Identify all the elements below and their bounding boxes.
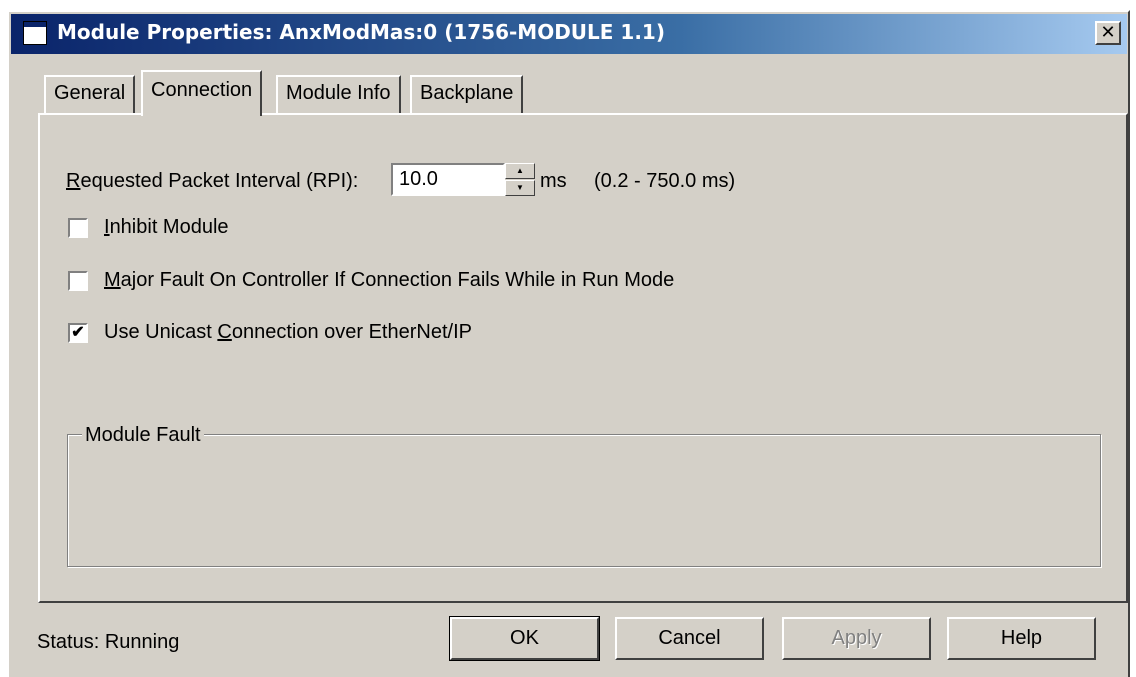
tab-backplane-label: Backplane bbox=[420, 82, 514, 104]
rpi-range: (0.2 - 750.0 ms) bbox=[594, 170, 736, 192]
rpi-unit: ms bbox=[540, 170, 567, 192]
module-fault-group bbox=[67, 434, 1101, 567]
window-icon bbox=[23, 21, 47, 45]
spin-up-button[interactable]: ▲ bbox=[505, 163, 535, 179]
title-bar[interactable]: Module Properties: AnxModMas:0 (1756-MOD… bbox=[11, 14, 1127, 54]
tab-backplane[interactable]: Backplane bbox=[410, 75, 524, 113]
window-title: Module Properties: AnxModMas:0 (1756-MOD… bbox=[57, 20, 665, 44]
spin-down-button[interactable]: ▼ bbox=[505, 180, 535, 196]
major-fault-checkbox[interactable] bbox=[68, 271, 88, 291]
tab-general-label: General bbox=[54, 82, 126, 104]
tab-connection[interactable]: Connection bbox=[141, 70, 263, 116]
ok-button[interactable]: OK bbox=[449, 616, 600, 661]
triangle-down-icon: ▼ bbox=[516, 183, 524, 192]
inhibit-module-checkbox[interactable] bbox=[68, 218, 88, 238]
tab-module-info[interactable]: Module Info bbox=[276, 75, 401, 113]
apply-button[interactable]: Apply bbox=[782, 617, 931, 660]
help-button[interactable]: Help bbox=[947, 617, 1096, 660]
close-button[interactable]: ✕ bbox=[1095, 21, 1121, 45]
rpi-label: Requested Packet Interval (RPI): bbox=[66, 170, 359, 192]
close-icon: ✕ bbox=[1100, 22, 1116, 43]
unicast-checkbox[interactable]: ✔ bbox=[68, 323, 88, 343]
tab-general[interactable]: General bbox=[44, 75, 136, 113]
rpi-spinner[interactable]: ▲ ▼ bbox=[505, 163, 535, 196]
cancel-button[interactable]: Cancel bbox=[615, 617, 764, 660]
tab-connection-label: Connection bbox=[151, 79, 253, 101]
rpi-input[interactable]: 10.0 bbox=[391, 163, 505, 196]
inhibit-module-label[interactable]: Inhibit Module bbox=[104, 216, 229, 239]
status-text: Status: Running bbox=[37, 631, 180, 653]
major-fault-label[interactable]: Major Fault On Controller If Connection … bbox=[104, 269, 674, 292]
tab-module-info-label: Module Info bbox=[286, 82, 391, 104]
unicast-label[interactable]: Use Unicast Connection over EtherNet/IP bbox=[104, 321, 472, 344]
checkmark-icon: ✔ bbox=[71, 324, 85, 341]
module-fault-legend: Module Fault bbox=[82, 424, 204, 447]
triangle-up-icon: ▲ bbox=[516, 166, 524, 175]
